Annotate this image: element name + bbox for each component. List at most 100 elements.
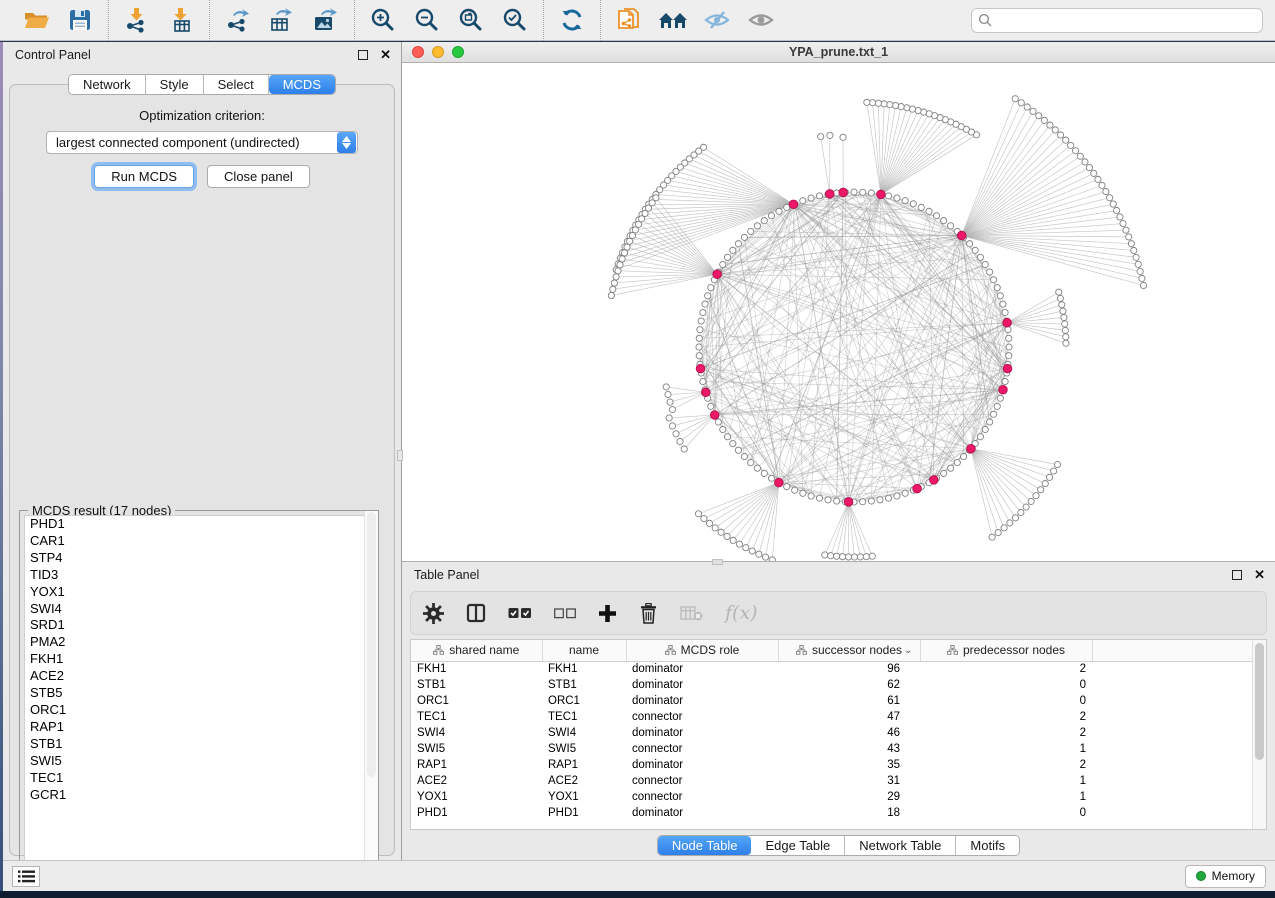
horizontal-splitter-handle[interactable] xyxy=(712,559,723,565)
mcds-result-item[interactable]: YOX1 xyxy=(25,584,373,601)
table-row[interactable]: RAP1RAP1dominator352 xyxy=(411,757,1266,773)
mcds-result-item[interactable]: STP4 xyxy=(25,550,373,567)
mcds-result-item[interactable]: RAP1 xyxy=(25,719,373,736)
zoom-fit-icon xyxy=(458,7,484,33)
mcds-result-item[interactable]: TEC1 xyxy=(25,770,373,787)
tab-motifs[interactable]: Motifs xyxy=(956,836,1019,855)
tab-style[interactable]: Style xyxy=(146,75,204,94)
first-neighbors-button[interactable] xyxy=(651,3,695,37)
mcds-result-item[interactable]: STB5 xyxy=(25,685,373,702)
mcds-result-item[interactable]: CAR1 xyxy=(25,533,373,550)
mcds-result-item[interactable]: TID3 xyxy=(25,567,373,584)
network-window: YPA_prune.txt_1 xyxy=(402,42,1275,561)
table-row[interactable]: ACE2ACE2connector311 xyxy=(411,773,1266,789)
import-network-button[interactable] xyxy=(115,3,159,37)
node-table-grid[interactable]: shared namenameMCDS rolesuccessor nodes⌄… xyxy=(411,640,1266,821)
mcds-result-item[interactable]: PMA2 xyxy=(25,634,373,651)
run-mcds-button[interactable]: Run MCDS xyxy=(94,165,194,188)
column-header-mcds-role[interactable]: MCDS role xyxy=(626,640,778,661)
close-table-panel-icon[interactable]: ✕ xyxy=(1254,570,1265,580)
fx-icon: f(x) xyxy=(725,602,758,624)
float-table-panel-icon[interactable] xyxy=(1232,570,1242,580)
table-panel: Table Panel ✕ f(x) shared namenameMCDS r… xyxy=(402,561,1275,860)
selected-criterion: largest connected component (undirected) xyxy=(47,135,337,150)
tab-edge-table[interactable]: Edge Table xyxy=(751,836,845,855)
toggle-columns-button[interactable] xyxy=(466,598,486,628)
mcds-result-item[interactable]: ACE2 xyxy=(25,668,373,685)
create-column-button[interactable] xyxy=(598,598,617,628)
hide-selected-button[interactable] xyxy=(695,3,739,37)
table-panel-title: Table Panel xyxy=(414,568,479,582)
mcds-result-item[interactable]: STB1 xyxy=(25,736,373,753)
vertical-splitter-handle[interactable] xyxy=(397,450,403,461)
mcds-result-item[interactable]: PHD1 xyxy=(25,516,373,533)
network-title: YPA_prune.txt_1 xyxy=(402,45,1275,59)
import-table-button[interactable] xyxy=(159,3,203,37)
tab-network-table[interactable]: Network Table xyxy=(845,836,956,855)
column-header-name[interactable]: name xyxy=(542,640,626,661)
network-canvas[interactable] xyxy=(402,63,1275,561)
mcds-result-item[interactable]: SWI4 xyxy=(25,601,373,618)
column-header-shared-name[interactable]: shared name xyxy=(411,640,542,661)
table-row[interactable]: YOX1YOX1connector291 xyxy=(411,789,1266,805)
export-image-button[interactable] xyxy=(304,3,348,37)
mcds-result-item[interactable]: ORC1 xyxy=(25,702,373,719)
clone-network-icon xyxy=(616,7,643,34)
refresh-view-button[interactable] xyxy=(550,3,594,37)
table-settings-button[interactable] xyxy=(423,598,444,628)
zoom-in-icon xyxy=(370,7,396,33)
export-network-button[interactable] xyxy=(216,3,260,37)
columns-icon xyxy=(466,603,486,623)
delete-columns-button[interactable] xyxy=(639,598,658,628)
close-panel-button[interactable]: Close panel xyxy=(207,165,310,188)
network-titlebar[interactable]: YPA_prune.txt_1 xyxy=(402,42,1275,63)
column-header-successor-nodes[interactable]: successor nodes⌄ xyxy=(778,640,920,661)
tab-mcds[interactable]: MCDS xyxy=(269,75,335,94)
table-row[interactable]: TEC1TEC1connector472 xyxy=(411,709,1266,725)
delete-table-button[interactable] xyxy=(680,598,703,628)
eye-slash-icon xyxy=(703,8,731,32)
task-history-button[interactable] xyxy=(12,866,40,887)
save-session-button[interactable] xyxy=(58,3,102,37)
mcds-result-item[interactable]: SRD1 xyxy=(25,617,373,634)
mcds-result-list[interactable]: PHD1CAR1STP4TID3YOX1SWI4SRD1PMA2FKH1ACE2… xyxy=(24,515,374,875)
memory-label: Memory xyxy=(1212,869,1255,883)
table-row[interactable]: STB1STB1dominator620 xyxy=(411,677,1266,693)
zoom-in-button[interactable] xyxy=(361,3,405,37)
table-row[interactable]: SWI4SWI4dominator462 xyxy=(411,725,1266,741)
zoom-fit-button[interactable] xyxy=(449,3,493,37)
zoom-selected-button[interactable] xyxy=(493,3,537,37)
clone-network-button[interactable] xyxy=(607,3,651,37)
table-toolbar: f(x) xyxy=(410,591,1267,635)
eye-icon xyxy=(747,8,775,32)
show-all-button[interactable] xyxy=(739,3,783,37)
zoom-out-button[interactable] xyxy=(405,3,449,37)
control-panel-tabs: NetworkStyleSelectMCDS xyxy=(3,74,401,95)
mcds-result-item[interactable]: FKH1 xyxy=(25,651,373,668)
close-panel-icon[interactable]: ✕ xyxy=(380,50,391,60)
search-input[interactable] xyxy=(971,8,1263,33)
tab-node-table[interactable]: Node Table xyxy=(658,836,752,855)
table-scrollbar[interactable] xyxy=(1252,640,1266,829)
select-all-columns-button[interactable] xyxy=(508,598,532,628)
open-session-button[interactable] xyxy=(14,3,58,37)
column-header-predecessor-nodes[interactable]: predecessor nodes xyxy=(920,640,1092,661)
function-builder-button[interactable]: f(x) xyxy=(725,598,758,628)
table-row[interactable]: FKH1FKH1dominator962 xyxy=(411,661,1266,677)
zoom-out-icon xyxy=(414,7,440,33)
table-row[interactable]: ORC1ORC1dominator610 xyxy=(411,693,1266,709)
memory-button[interactable]: Memory xyxy=(1185,865,1266,888)
mcds-result-group: MCDS result (17 nodes) PHD1CAR1STP4TID3Y… xyxy=(19,510,379,880)
tab-network[interactable]: Network xyxy=(69,75,146,94)
optimization-criterion-select[interactable]: largest connected component (undirected) xyxy=(46,131,358,154)
mcds-result-item[interactable]: GCR1 xyxy=(25,787,373,804)
mcds-result-item[interactable]: SWI5 xyxy=(25,753,373,770)
unselect-all-columns-button[interactable] xyxy=(554,598,576,628)
tab-select[interactable]: Select xyxy=(204,75,269,94)
export-table-button[interactable] xyxy=(260,3,304,37)
table-row[interactable]: PHD1PHD1dominator180 xyxy=(411,805,1266,821)
result-scrollbar[interactable] xyxy=(364,511,378,879)
network-graph[interactable] xyxy=(402,63,1273,561)
table-row[interactable]: SWI5SWI5connector431 xyxy=(411,741,1266,757)
float-panel-icon[interactable] xyxy=(358,50,368,60)
